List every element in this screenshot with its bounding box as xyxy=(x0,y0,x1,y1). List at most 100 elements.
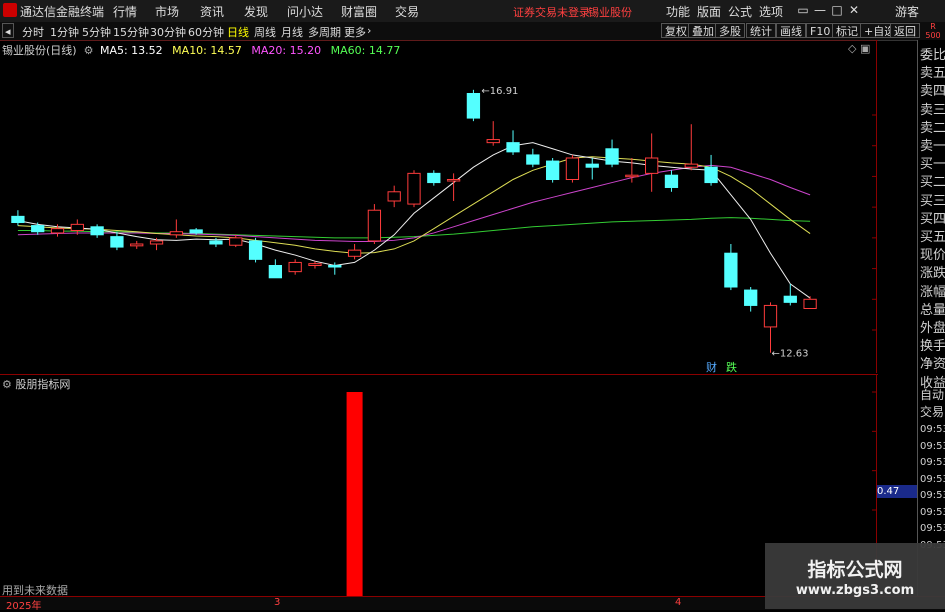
biaoji-button[interactable]: 标记 xyxy=(832,23,862,38)
side-item[interactable]: 卖一 xyxy=(920,135,945,154)
candle[interactable] xyxy=(724,244,738,291)
candle[interactable] xyxy=(110,231,124,251)
candle[interactable] xyxy=(466,89,481,122)
menu-gongshi[interactable]: 公式 xyxy=(728,3,752,20)
chevron-right-icon[interactable]: › xyxy=(367,24,371,37)
candle[interactable] xyxy=(427,170,441,186)
side-item[interactable]: 外盘 xyxy=(920,317,945,336)
candle[interactable] xyxy=(90,224,104,238)
candle[interactable] xyxy=(31,222,45,235)
chart-corner-icons[interactable]: ◇ ▣ xyxy=(848,42,870,55)
side-item[interactable]: 卖二 xyxy=(920,117,945,136)
side-item[interactable]: 买四 xyxy=(920,208,945,227)
candle[interactable] xyxy=(664,170,679,192)
candle[interactable] xyxy=(446,173,461,201)
candle[interactable] xyxy=(169,219,183,238)
period-5min[interactable]: 5分钟 xyxy=(82,24,111,40)
side-item[interactable]: 买三 xyxy=(920,190,945,209)
side-item[interactable]: 卖三 xyxy=(920,99,945,118)
minimize-icon[interactable]: — xyxy=(812,2,828,18)
candle[interactable] xyxy=(248,237,263,263)
menu-shichang[interactable]: 市场 xyxy=(155,3,179,20)
diejia-button[interactable]: 叠加 xyxy=(688,23,718,38)
candle[interactable] xyxy=(803,296,817,309)
tongji-button[interactable]: 统计 xyxy=(746,23,776,38)
maximize-icon[interactable]: □ xyxy=(829,2,845,18)
menu-wenxiaoda[interactable]: 问小达 xyxy=(287,3,323,20)
restore-window-icon[interactable]: ▭ xyxy=(795,2,811,18)
candle[interactable] xyxy=(684,124,698,171)
candle[interactable] xyxy=(347,244,362,260)
side-item[interactable]: 涨跌 xyxy=(920,262,945,281)
settings-icon[interactable]: ⚙ xyxy=(80,44,94,57)
menu-zixun[interactable]: 资讯 xyxy=(200,3,224,20)
duogu-button[interactable]: 多股 xyxy=(715,23,745,38)
side-item[interactable]: 涨幅 xyxy=(920,281,945,300)
side-item[interactable]: 买一 xyxy=(920,153,945,172)
candle[interactable] xyxy=(605,139,619,168)
side-item[interactable]: 现价 xyxy=(920,244,945,263)
side-item[interactable]: 买二 xyxy=(920,171,945,190)
period-more[interactable]: 更多 xyxy=(344,24,366,40)
candle-body xyxy=(110,236,124,248)
period-15min[interactable]: 15分钟 xyxy=(113,24,149,40)
cai-tag[interactable]: 财 xyxy=(706,359,717,375)
period-1min[interactable]: 1分钟 xyxy=(50,24,79,40)
back-arrow-icon[interactable]: ◂ xyxy=(2,23,14,38)
side-item[interactable]: 换手 xyxy=(920,335,945,354)
menu-xuanxiang[interactable]: 选项 xyxy=(759,3,783,20)
period-60min[interactable]: 60分钟 xyxy=(188,24,224,40)
candle[interactable] xyxy=(130,240,144,249)
period-multi[interactable]: 多周期 xyxy=(308,24,341,40)
period-fenshi[interactable]: 分时 xyxy=(22,24,44,40)
menu-gongneng[interactable]: 功能 xyxy=(666,3,690,20)
menu-jiaoyi[interactable]: 交易 xyxy=(395,3,419,20)
candle[interactable] xyxy=(704,154,718,186)
side-item[interactable]: 买五 xyxy=(920,226,945,245)
kline-chart[interactable]: ←16.91←12.63 13.0013.5014.0014.5015.0015… xyxy=(0,40,878,373)
auto-label[interactable]: 自动 xyxy=(920,386,944,403)
menu-hangqing[interactable]: 行情 xyxy=(113,3,137,20)
login-notice[interactable]: 证券交易未登录 xyxy=(513,4,590,20)
return-button[interactable]: 返回 xyxy=(890,23,920,38)
menu-caifuquan[interactable]: 财富圈 xyxy=(341,3,377,20)
candle[interactable] xyxy=(387,185,401,208)
candle-body xyxy=(704,166,718,184)
side-item[interactable]: 卖四 xyxy=(920,80,945,99)
candle-body xyxy=(268,265,283,279)
candle[interactable] xyxy=(288,259,302,275)
candle[interactable] xyxy=(526,148,540,168)
candle[interactable] xyxy=(763,302,778,353)
candle[interactable] xyxy=(585,158,599,180)
candle[interactable] xyxy=(744,287,758,312)
period-daily[interactable]: 日线 xyxy=(227,24,249,40)
candle[interactable] xyxy=(11,210,25,226)
menu-faxian[interactable]: 发现 xyxy=(244,3,268,20)
side-item[interactable]: 委比 xyxy=(920,44,945,63)
menu-banmian[interactable]: 版面 xyxy=(697,3,721,20)
candle[interactable] xyxy=(407,170,421,208)
indicator-chart[interactable]: 1.000.800.600.40 xyxy=(0,374,878,596)
candle[interactable] xyxy=(268,259,283,279)
candle[interactable] xyxy=(486,121,500,146)
candle[interactable] xyxy=(229,234,243,248)
indicator-settings-icon[interactable]: ⚙ xyxy=(2,378,12,391)
candle[interactable] xyxy=(367,204,382,244)
side-item[interactable]: 卖五 xyxy=(920,62,945,81)
fuquan-button[interactable]: 复权 xyxy=(661,23,691,38)
f10-button[interactable]: F10 xyxy=(806,23,835,38)
period-monthly[interactable]: 月线 xyxy=(281,24,303,40)
trade-label[interactable]: 交易 xyxy=(920,403,944,420)
period-weekly[interactable]: 周线 xyxy=(254,24,276,40)
candle[interactable] xyxy=(565,154,580,183)
candle[interactable] xyxy=(645,133,659,192)
close-icon[interactable]: ✕ xyxy=(846,2,862,18)
side-item[interactable]: 净资 xyxy=(920,353,945,372)
candle[interactable] xyxy=(545,158,560,183)
side-item[interactable]: 总量 xyxy=(920,299,945,318)
die-tag[interactable]: 跌 xyxy=(726,359,737,375)
candle[interactable] xyxy=(506,130,520,155)
huaxian-button[interactable]: 画线 xyxy=(776,23,806,38)
period-30min[interactable]: 30分钟 xyxy=(150,24,186,40)
guest-label[interactable]: 游客 xyxy=(895,3,919,20)
